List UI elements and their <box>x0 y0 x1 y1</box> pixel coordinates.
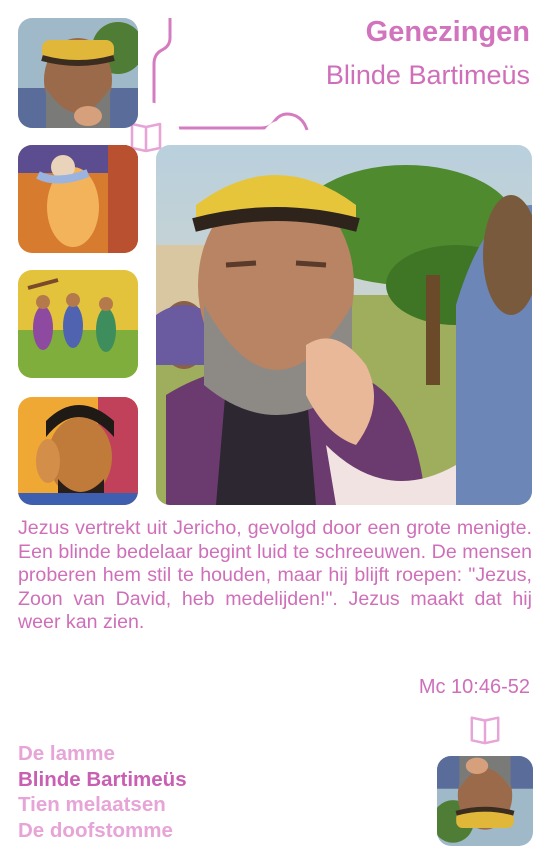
menu-item-blinde-bartimeus[interactable]: Blinde Bartimeüs <box>18 767 318 793</box>
menu-item-de-doofstomme[interactable]: De doofstomme <box>18 818 318 844</box>
bible-reference[interactable]: Mc 10:46-52 <box>330 676 530 699</box>
thumbnail-de-lamme[interactable] <box>18 145 138 253</box>
story-description: Jezus vertrekt uit Jericho, gevolgd door… <box>18 517 532 633</box>
menu-item-de-lamme[interactable]: De lamme <box>18 741 318 767</box>
open-book-icon[interactable] <box>468 712 502 746</box>
thumbnail-bartimeus[interactable] <box>18 18 138 128</box>
thumbnail-tien-melaatsen[interactable] <box>18 270 138 378</box>
story-menu: De lamme Blinde Bartimeüs Tien melaatsen… <box>18 741 318 843</box>
thumbnail-de-doofstomme[interactable] <box>18 397 138 505</box>
thumbnail-bartimeus-flipped[interactable] <box>437 756 533 846</box>
page-title: Genezingen <box>365 16 530 48</box>
menu-item-tien-melaatsen[interactable]: Tien melaatsen <box>18 792 318 818</box>
page-subtitle: Blinde Bartimeüs <box>325 60 530 90</box>
main-illustration <box>156 145 532 505</box>
